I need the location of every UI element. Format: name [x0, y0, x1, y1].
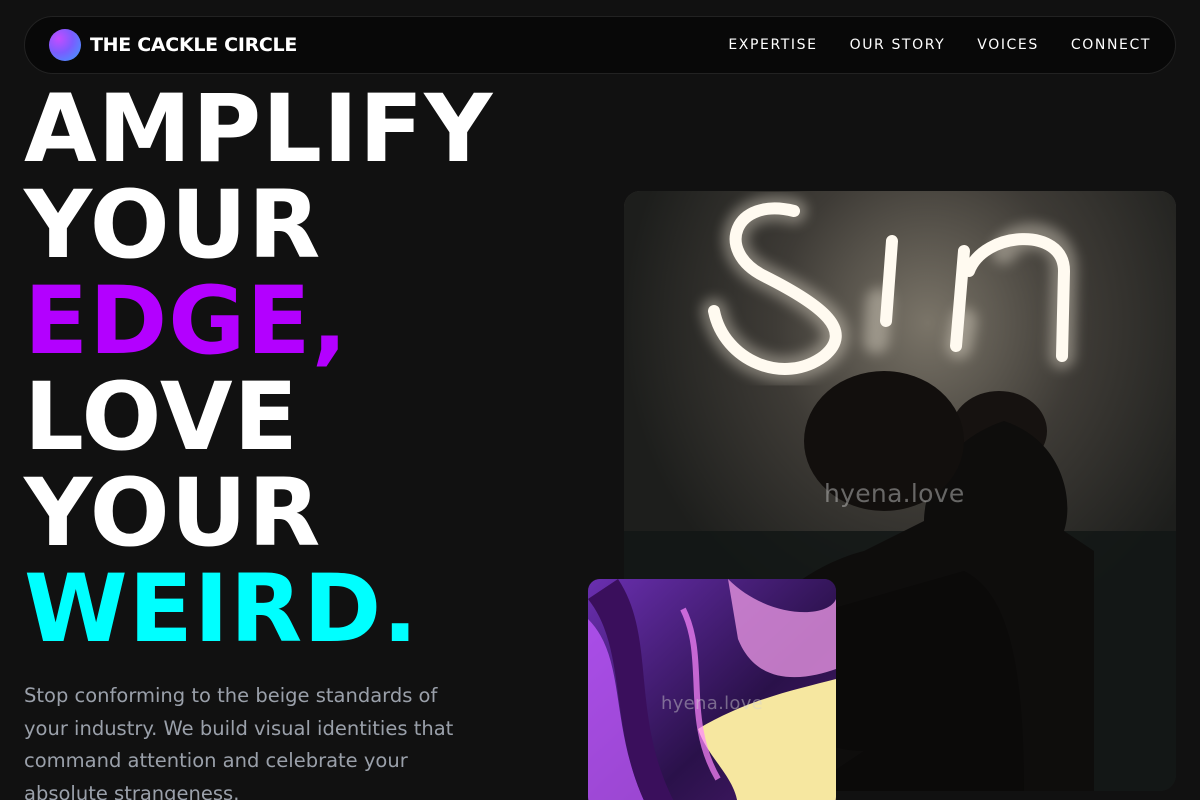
gradient-orb-icon[interactable] [49, 29, 81, 61]
nav-link-our-story[interactable]: OUR STORY [850, 37, 946, 53]
top-navbar: THE CACKLE CIRCLE EXPERTISE OUR STORY VO… [24, 16, 1176, 74]
hero-headline: AMPLIFY YOUR EDGE, LOVE YOUR WEIRD. [24, 82, 493, 658]
nav-links: EXPERTISE OUR STORY VOICES CONNECT [728, 37, 1151, 53]
hero-line-amplify: AMPLIFY [24, 75, 494, 184]
hero-subtitle: Stop conforming to the beige standards o… [24, 684, 454, 800]
hero-line-weird: WEIRD. [24, 555, 419, 664]
hero-line-edge: EDGE, [24, 267, 349, 376]
thumbnail-watermark: hyena.love [661, 693, 764, 714]
hero-line-your-2: YOUR [24, 459, 322, 568]
nav-link-voices[interactable]: VOICES [977, 37, 1039, 53]
nav-link-connect[interactable]: CONNECT [1071, 37, 1151, 53]
brand-name[interactable]: THE CACKLE CIRCLE [90, 34, 297, 56]
hero-line-love: LOVE [24, 363, 299, 472]
main-image-watermark: hyena.love [824, 479, 965, 508]
abstract-swirl-illustration [588, 579, 836, 800]
hero-line-your-1: YOUR [24, 171, 322, 280]
abstract-art-thumbnail: hyena.love [588, 579, 836, 800]
nav-link-expertise[interactable]: EXPERTISE [728, 37, 817, 53]
